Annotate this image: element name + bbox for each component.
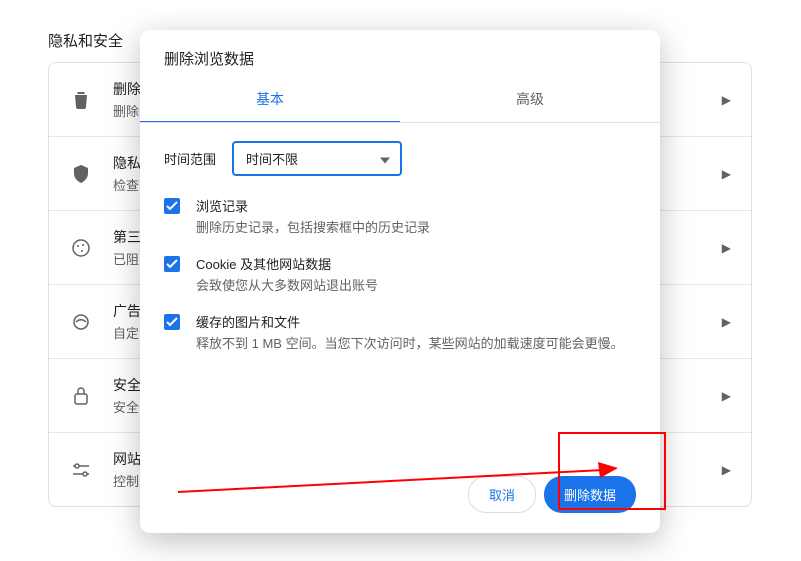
checkbox[interactable]: [164, 314, 180, 330]
item-cache[interactable]: 缓存的图片和文件 释放不到 1 MB 空间。当您下次访问时，某些网站的加载速度可…: [164, 312, 636, 352]
time-range-value: 时间不限: [246, 149, 298, 168]
modal-overlay: 删除浏览数据 基本 高级 时间范围 时间不限 浏览记录: [0, 0, 801, 561]
caret-down-icon: [380, 151, 390, 166]
item-sub: 会致使您从大多数网站退出账号: [196, 275, 378, 294]
cancel-button[interactable]: 取消: [468, 476, 536, 513]
dialog-footer: 取消 删除数据: [140, 460, 660, 533]
tab-advanced[interactable]: 高级: [400, 77, 660, 123]
item-title: 缓存的图片和文件: [196, 312, 624, 331]
item-sub: 释放不到 1 MB 空间。当您下次访问时，某些网站的加载速度可能会更慢。: [196, 333, 624, 352]
dialog-title: 删除浏览数据: [140, 30, 660, 77]
checkbox[interactable]: [164, 198, 180, 214]
item-browsing-history[interactable]: 浏览记录 删除历史记录，包括搜索框中的历史记录: [164, 196, 636, 236]
confirm-button[interactable]: 删除数据: [544, 476, 636, 513]
item-title: Cookie 及其他网站数据: [196, 254, 378, 273]
dialog-tabs: 基本 高级: [140, 77, 660, 123]
item-title: 浏览记录: [196, 196, 430, 215]
item-cookies[interactable]: Cookie 及其他网站数据 会致使您从大多数网站退出账号: [164, 254, 636, 294]
time-range-select[interactable]: 时间不限: [232, 141, 402, 176]
dialog-body: 时间范围 时间不限 浏览记录 删除历史记录，包括搜索框中的历史记录: [140, 123, 660, 380]
tab-basic[interactable]: 基本: [140, 77, 400, 123]
clear-data-dialog: 删除浏览数据 基本 高级 时间范围 时间不限 浏览记录: [140, 30, 660, 533]
checkbox[interactable]: [164, 256, 180, 272]
item-sub: 删除历史记录，包括搜索框中的历史记录: [196, 217, 430, 236]
time-range-label: 时间范围: [164, 149, 216, 168]
